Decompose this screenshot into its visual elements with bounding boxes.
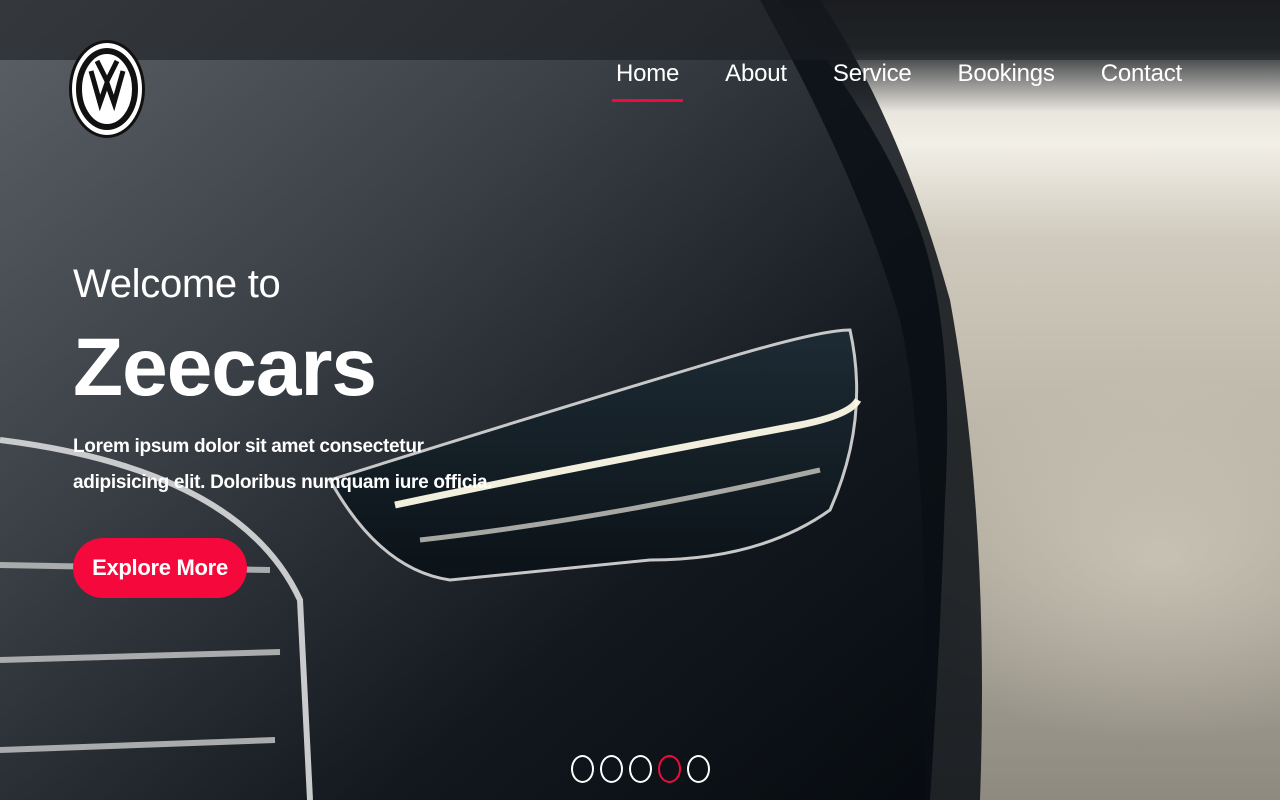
hero-text-block: Welcome to Zeecars Lorem ipsum dolor sit… — [73, 262, 493, 501]
nav-item-bookings[interactable]: Bookings — [958, 60, 1055, 102]
hero-welcome: Welcome to — [73, 262, 281, 306]
hero-lead-text: Lorem ipsum dolor sit amet consectetur a… — [73, 436, 493, 493]
hero-section: Home About Service Bookings Contact Welc… — [0, 0, 1280, 800]
explore-more-button[interactable]: Explore More — [73, 538, 247, 598]
nav-item-home[interactable]: Home — [611, 60, 684, 102]
carousel-dot[interactable] — [687, 755, 710, 783]
hero-brand-title: Zeecars — [73, 322, 377, 413]
nav-item-about[interactable]: About — [725, 60, 787, 102]
carousel-dot[interactable] — [629, 755, 652, 783]
carousel-dot-active[interactable] — [658, 755, 681, 783]
carousel-dot[interactable] — [600, 755, 623, 783]
carousel-dot[interactable] — [571, 755, 594, 783]
carousel-indicators — [571, 755, 710, 783]
main-nav: Home About Service Bookings Contact — [611, 60, 1183, 102]
nav-item-contact[interactable]: Contact — [1101, 60, 1183, 102]
nav-item-service[interactable]: Service — [833, 60, 912, 102]
vw-logo-icon[interactable] — [69, 40, 145, 138]
